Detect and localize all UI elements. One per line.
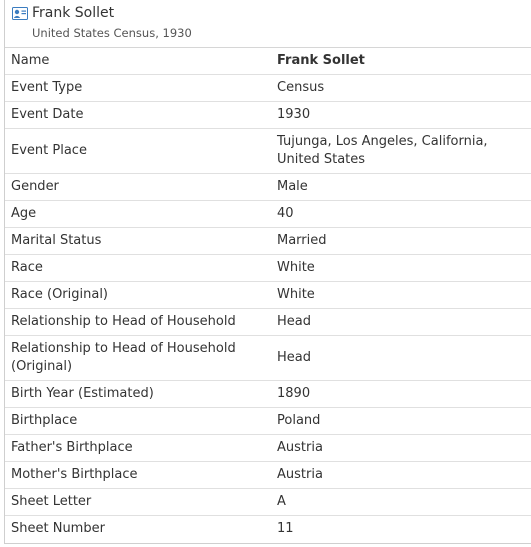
- fact-row: Relationship to Head of Household (Origi…: [5, 335, 531, 381]
- fact-label: Relationship to Head of Household (Origi…: [5, 335, 277, 381]
- fact-value: Married: [277, 227, 531, 255]
- fact-value: Frank Sollet: [277, 48, 531, 75]
- fact-value: Tujunga, Los Angeles, California, United…: [277, 128, 531, 174]
- fact-value: Austria: [277, 461, 531, 489]
- fact-value: White: [277, 281, 531, 309]
- fact-label: Age: [5, 200, 277, 228]
- fact-row: Name Frank Sollet: [5, 48, 531, 75]
- fact-value: Census: [277, 74, 531, 102]
- fact-label: Event Type: [5, 74, 277, 102]
- fact-row: Race (Original) White: [5, 281, 531, 309]
- fact-value: 1930: [277, 101, 531, 129]
- fact-label: Father's Birthplace: [5, 434, 277, 462]
- fact-row: Birthplace Poland: [5, 407, 531, 435]
- fact-label: Race (Original): [5, 281, 277, 309]
- fact-value: Head: [277, 308, 531, 336]
- fact-row: Event Type Census: [5, 74, 531, 102]
- fact-value: A: [277, 488, 531, 516]
- fact-label: Marital Status: [5, 227, 277, 255]
- record-collection: United States Census, 1930: [32, 26, 192, 40]
- fact-value: 11: [277, 521, 294, 536]
- fact-value: Head: [277, 335, 531, 381]
- fact-row: Mother's Birthplace Austria: [5, 461, 531, 489]
- fact-label: Sheet Number: [11, 521, 105, 536]
- person-card-icon: [12, 7, 28, 20]
- fact-value: White: [277, 254, 531, 282]
- fact-value: Poland: [277, 407, 531, 435]
- fact-row: Gender Male: [5, 173, 531, 201]
- fact-row: Marital Status Married: [5, 227, 531, 255]
- fact-label: Race: [5, 254, 277, 282]
- fact-row: Age 40: [5, 200, 531, 228]
- record-header: Frank Sollet United States Census, 1930: [5, 0, 531, 48]
- fact-value: Austria: [277, 434, 531, 462]
- fact-row: Event Date 1930: [5, 101, 531, 129]
- fact-row: Race White: [5, 254, 531, 282]
- fact-value: Male: [277, 173, 531, 201]
- record-card: Frank Sollet United States Census, 1930 …: [4, 0, 531, 544]
- fact-label: Sheet Letter: [5, 488, 277, 516]
- fact-label: Mother's Birthplace: [5, 461, 277, 489]
- fact-row: Birth Year (Estimated) 1890: [5, 380, 531, 408]
- fact-label: Event Place: [5, 128, 277, 174]
- fact-label: Relationship to Head of Household: [5, 308, 277, 336]
- record-title[interactable]: Frank Sollet: [32, 5, 114, 21]
- fact-row: Event Place Tujunga, Los Angeles, Califor…: [5, 128, 531, 174]
- fact-row: Sheet Letter A: [5, 488, 531, 516]
- fact-value: 40: [277, 200, 531, 228]
- fact-row: Sheet Number 11: [5, 516, 531, 543]
- fact-label: Name: [5, 48, 277, 75]
- fact-label: Event Date: [5, 101, 277, 129]
- fact-row: Relationship to Head of Household Head: [5, 308, 531, 336]
- fact-row: Father's Birthplace Austria: [5, 434, 531, 462]
- fact-label: Birthplace: [5, 407, 277, 435]
- fact-label: Birth Year (Estimated): [5, 380, 277, 408]
- facts-table: Name Frank Sollet Event Type Census Event Da…: [5, 48, 531, 542]
- fact-value: 1890: [277, 380, 531, 408]
- fact-label: Gender: [5, 173, 277, 201]
